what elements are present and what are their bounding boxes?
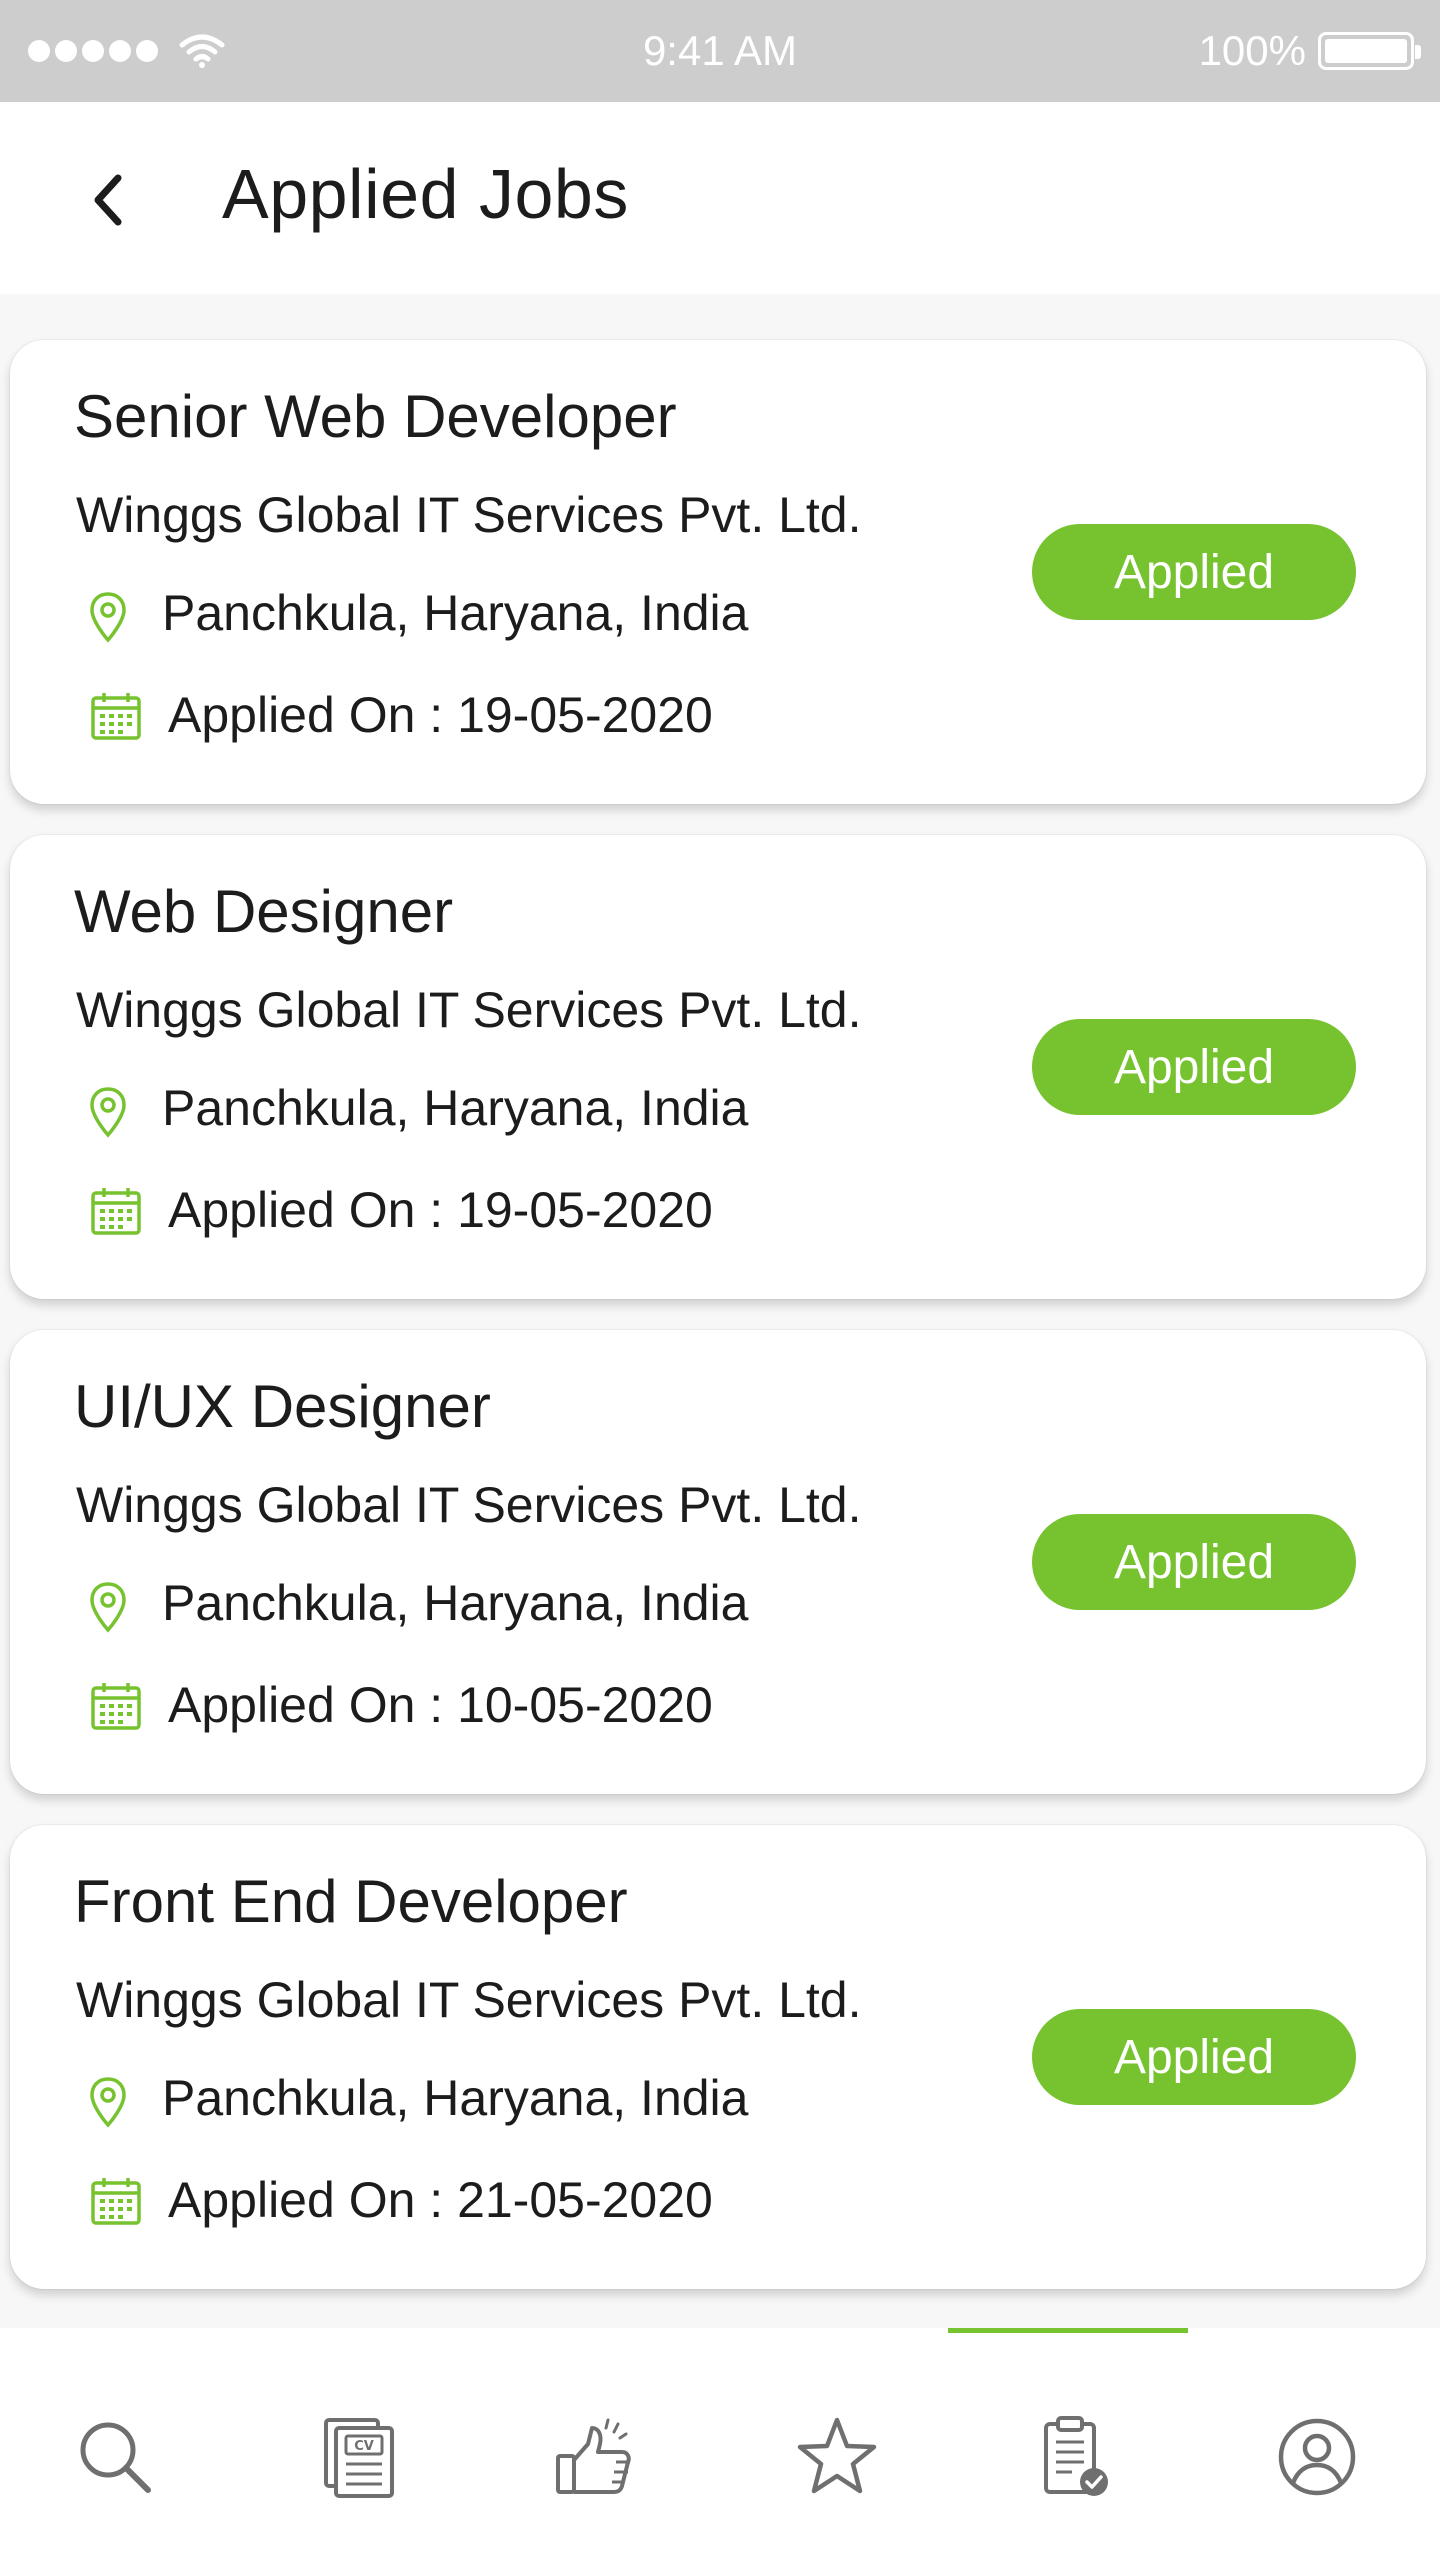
applied-status-button[interactable]: Applied: [1032, 524, 1356, 620]
applied-status-button[interactable]: Applied: [1032, 2009, 1356, 2105]
applied-date: Applied On : 19-05-2020: [168, 687, 713, 743]
calendar-icon: [91, 1188, 141, 1235]
back-button[interactable]: [80, 168, 136, 232]
company-name: Winggs Global IT Services Pvt. Ltd.: [76, 1477, 862, 1533]
battery-percent: 100%: [1198, 27, 1306, 74]
job-title: Front End Developer: [74, 1868, 628, 1935]
battery-group: 100%: [1198, 27, 1421, 75]
job-location: Panchkula, Haryana, India: [162, 585, 749, 641]
job-title: UI/UX Designer: [74, 1373, 491, 1440]
bottom-navigation: CV: [0, 2328, 1440, 2560]
location-pin-icon: [90, 1582, 126, 1633]
page-title: Applied Jobs: [222, 155, 629, 233]
job-card[interactable]: UI/UX Designer Winggs Global IT Services…: [10, 1330, 1426, 1794]
nav-cv[interactable]: CV: [314, 2412, 404, 2502]
profile-icon: [1278, 2418, 1356, 2496]
status-bar: 9:41 AM 100%: [0, 0, 1440, 102]
job-card[interactable]: Web Designer Winggs Global IT Services P…: [10, 835, 1426, 1299]
company-name: Winggs Global IT Services Pvt. Ltd.: [76, 1972, 862, 2028]
thumbs-up-icon: [556, 2418, 631, 2494]
job-title: Web Designer: [74, 878, 454, 945]
location-pin-icon: [90, 592, 126, 643]
battery-icon: [1318, 32, 1421, 70]
wifi-icon: [179, 34, 225, 68]
cv-icon: CV: [324, 2418, 394, 2498]
applied-date: Applied On : 10-05-2020: [168, 1677, 713, 1733]
company-name: Winggs Global IT Services Pvt. Ltd.: [76, 487, 862, 543]
applied-status-button[interactable]: Applied: [1032, 1019, 1356, 1115]
company-name: Winggs Global IT Services Pvt. Ltd.: [76, 982, 862, 1038]
search-icon: [80, 2422, 151, 2493]
chevron-left-icon: [94, 174, 122, 226]
signal-icon: [28, 40, 158, 62]
calendar-icon: [91, 693, 141, 740]
calendar-icon: [91, 2178, 141, 2225]
nav-search[interactable]: [70, 2412, 160, 2502]
star-icon: [797, 2417, 877, 2494]
svg-text:CV: CV: [354, 2439, 374, 2454]
applied-date: Applied On : 21-05-2020: [168, 2172, 713, 2228]
app-header: Applied Jobs: [0, 102, 1440, 294]
job-card[interactable]: Front End Developer Winggs Global IT Ser…: [10, 1825, 1426, 2289]
applied-date: Applied On : 19-05-2020: [168, 1182, 713, 1238]
nav-applied-jobs[interactable]: [1030, 2412, 1120, 2502]
job-title: Senior Web Developer: [74, 383, 677, 450]
location-pin-icon: [90, 2077, 126, 2128]
nav-profile[interactable]: [1272, 2412, 1362, 2502]
nav-saved[interactable]: [792, 2412, 882, 2502]
signal-wifi-group: [28, 33, 288, 69]
calendar-icon: [91, 1683, 141, 1730]
job-location: Panchkula, Haryana, India: [162, 2070, 749, 2126]
nav-recommended[interactable]: [550, 2412, 640, 2502]
job-card[interactable]: Senior Web Developer Winggs Global IT Se…: [10, 340, 1426, 804]
applied-clipboard-icon: [1044, 2416, 1108, 2496]
active-tab-indicator: [948, 2328, 1188, 2333]
applied-status-button[interactable]: Applied: [1032, 1514, 1356, 1610]
job-location: Panchkula, Haryana, India: [162, 1575, 749, 1631]
job-location: Panchkula, Haryana, India: [162, 1080, 749, 1136]
location-pin-icon: [90, 1087, 126, 1138]
